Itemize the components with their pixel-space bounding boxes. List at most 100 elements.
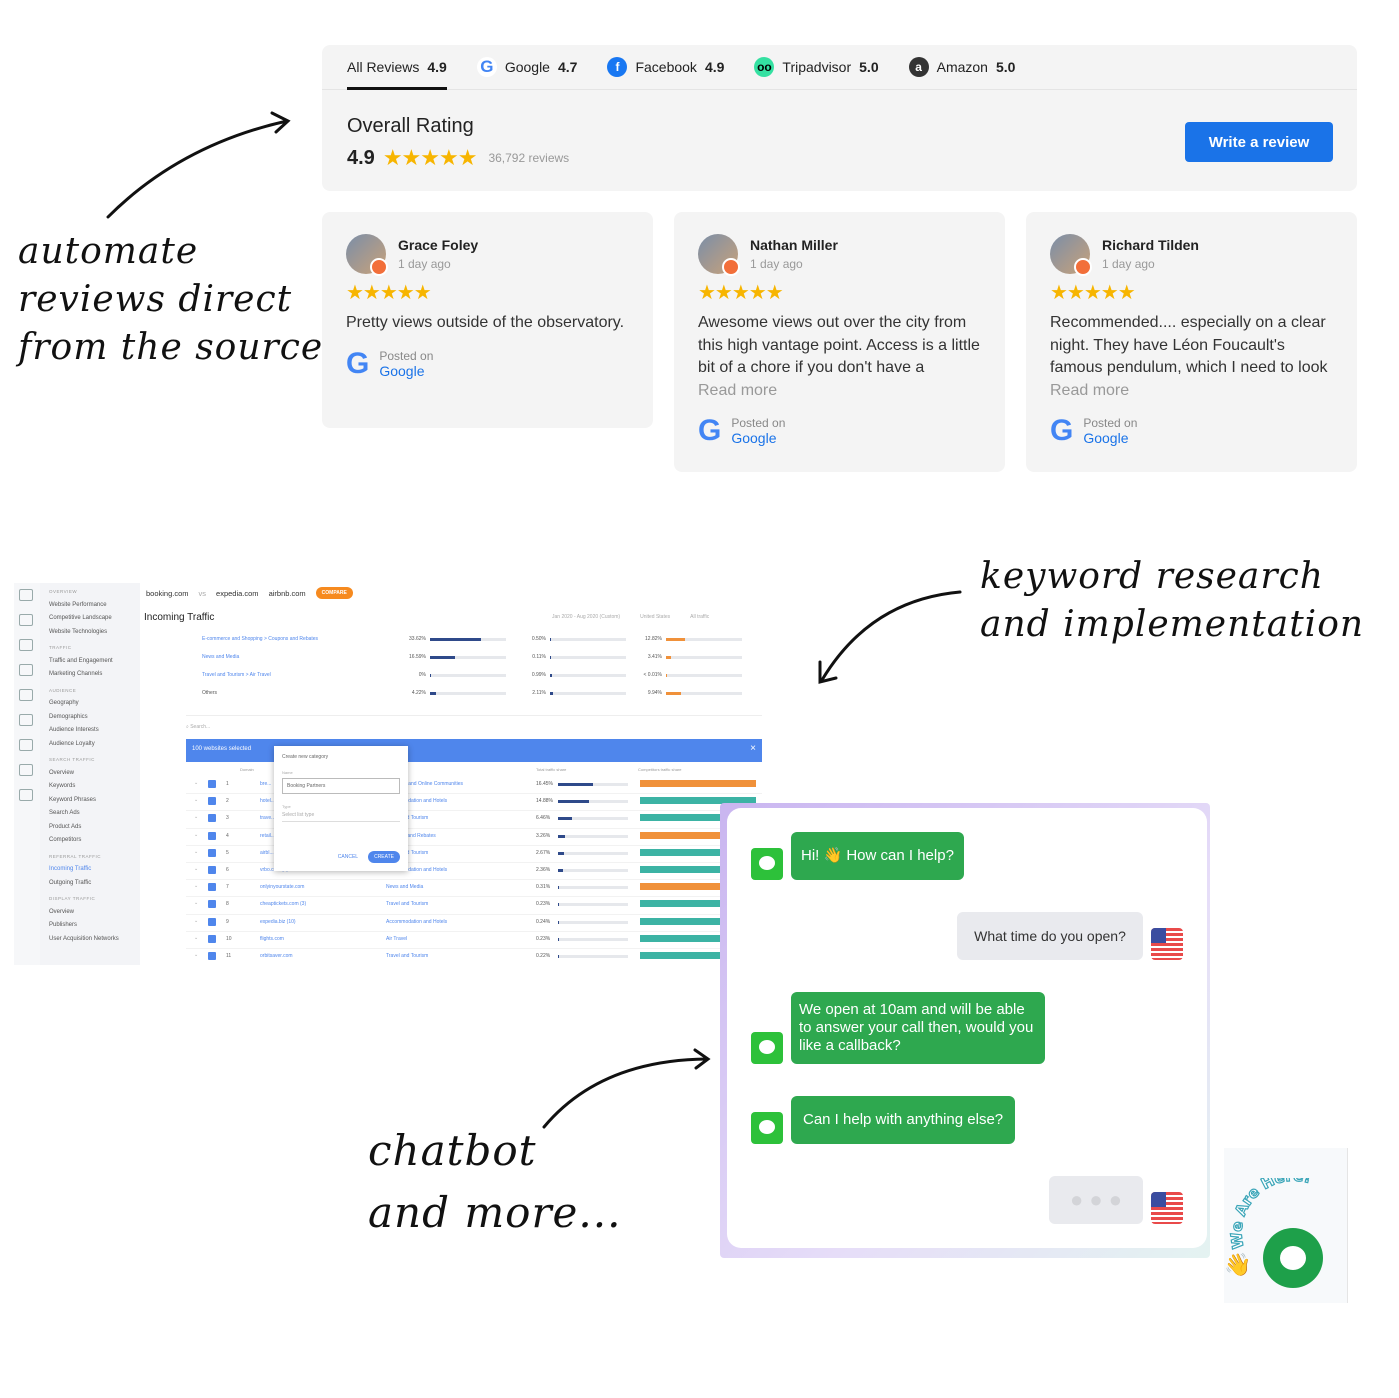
domain-link[interactable]: airbl... <box>260 850 274 856</box>
create-button[interactable]: CREATE <box>368 851 400 863</box>
row-checkbox[interactable] <box>208 814 216 823</box>
expand-icon[interactable]: ⌄ <box>194 849 198 855</box>
compare-site[interactable]: booking.com <box>146 589 189 598</box>
read-more-link[interactable]: Read more <box>1050 382 1129 399</box>
expand-icon[interactable]: ⌄ <box>194 866 198 872</box>
sidebar-item[interactable]: Website Performance <box>40 599 140 613</box>
row-checkbox[interactable] <box>208 883 216 892</box>
row-checkbox[interactable] <box>208 797 216 806</box>
date-range-picker[interactable]: Jan 2020 - Aug 2020 (Custom) <box>552 614 620 620</box>
tab-all-reviews[interactable]: All Reviews 4.9 <box>347 45 447 90</box>
row-checkbox[interactable] <box>208 951 216 960</box>
filter-icon[interactable] <box>19 689 33 701</box>
write-review-button[interactable]: Write a review <box>1185 122 1333 162</box>
domain-link[interactable]: trave... <box>260 815 275 821</box>
expand-icon[interactable]: ⌄ <box>194 883 198 889</box>
sidebar-item[interactable]: User Acquisition Networks <box>40 933 140 947</box>
home-icon[interactable] <box>19 589 33 601</box>
sidebar-item[interactable]: Marketing Channels <box>40 668 140 682</box>
sidebar-item[interactable]: Traffic and Engagement <box>40 655 140 669</box>
source-link[interactable]: Google <box>379 363 433 379</box>
search-input[interactable]: Search... <box>190 724 210 730</box>
table-row[interactable]: ⌄6vrbo.com (2)Accommodation and Hotels2.… <box>186 863 762 881</box>
sidebar-item[interactable]: Product Ads <box>40 821 140 835</box>
sidebar-item[interactable]: Audience Loyalty <box>40 738 140 752</box>
category-link[interactable]: Travel and Tourism <box>386 901 428 907</box>
category-link[interactable]: News and Media <box>386 884 423 890</box>
sidebar-item[interactable]: Audience Interests <box>40 724 140 738</box>
compare-site[interactable]: expedia.com <box>216 589 259 598</box>
row-checkbox[interactable] <box>208 865 216 874</box>
source-link[interactable]: Google <box>1083 430 1137 446</box>
sidebar-item[interactable]: Incoming Traffic <box>40 863 140 877</box>
table-row[interactable]: ⌄ 10 flights.com Air Travel 0.23% <box>186 932 762 949</box>
domain-link[interactable]: flights.com <box>260 936 284 942</box>
close-icon[interactable]: × <box>750 743 756 754</box>
read-more-link[interactable]: Read more <box>698 382 777 399</box>
row-checkbox[interactable] <box>208 831 216 840</box>
send-icon[interactable] <box>19 789 33 801</box>
row-checkbox[interactable] <box>208 900 216 909</box>
category-link[interactable]: Travel and Tourism > Air Travel <box>202 672 271 678</box>
type-select[interactable]: Select list type <box>282 809 400 822</box>
row-checkbox[interactable] <box>208 780 216 788</box>
domain-link[interactable]: hotel... <box>260 798 275 804</box>
country-select[interactable]: United States <box>640 614 670 620</box>
chat-launcher-button[interactable] <box>1263 1228 1323 1288</box>
expand-icon[interactable]: ⌄ <box>194 832 198 838</box>
table-row[interactable]: ⌄5airbl...Travel and Tourism2.67% <box>186 846 762 863</box>
table-row[interactable]: ⌄ 9 expedia.biz (10) Accommodation and Hote… <box>186 915 762 932</box>
sidebar-item[interactable]: Competitive Landscape <box>40 612 140 626</box>
domain-link[interactable]: orbitsaver.com <box>260 953 293 959</box>
sidebar-item[interactable]: Website Technologies <box>40 626 140 640</box>
domain-link[interactable]: expedia.biz (10) <box>260 919 296 925</box>
report-icon[interactable] <box>19 639 33 651</box>
cancel-button[interactable]: CANCEL <box>338 854 358 860</box>
domain-link[interactable]: cheaptickets.com (3) <box>260 901 306 907</box>
table-row[interactable]: ⌄ 8 cheaptickets.com (3) Travel and Tourism… <box>186 897 762 915</box>
expand-icon[interactable]: ⌄ <box>194 814 198 820</box>
sidebar-item[interactable]: Search Ads <box>40 807 140 821</box>
monitor-icon[interactable] <box>19 614 33 626</box>
sidebar-item[interactable]: Outgoing Traffic <box>40 877 140 891</box>
table-row[interactable]: ⌄ 4 retail... Coupons and Rebates 3.26% <box>186 829 762 846</box>
tab-facebook[interactable]: f Facebook 4.9 <box>607 45 724 90</box>
name-input[interactable]: Booking Partners <box>282 778 400 794</box>
row-checkbox[interactable] <box>208 934 216 943</box>
row-checkbox[interactable] <box>208 848 216 857</box>
row-checkbox[interactable] <box>208 917 216 926</box>
domain-link[interactable]: retail... <box>260 833 275 839</box>
tab-tripadvisor[interactable]: oo Tripadvisor 5.0 <box>754 45 879 90</box>
tab-google[interactable]: G Google 4.7 <box>476 45 577 90</box>
category-link[interactable]: Air Travel <box>386 936 407 942</box>
compare-button[interactable]: COMPARE <box>315 587 353 599</box>
pie-icon[interactable] <box>19 714 33 726</box>
table-row[interactable]: ⌄ 7 onlyinyourstate.com News and Media 0.31% <box>186 880 762 898</box>
compare-site[interactable]: airbnb.com <box>269 589 306 598</box>
document-icon[interactable] <box>19 764 33 776</box>
search-icon[interactable] <box>19 664 33 676</box>
database-icon[interactable] <box>19 739 33 751</box>
table-row[interactable]: ⌄ 1 bre... Networks and Online Communities 1… <box>186 777 762 795</box>
table-row[interactable]: ⌄ 11 orbitsaver.com Travel and Tourism 0.22% <box>186 949 762 965</box>
category-link[interactable]: News and Media <box>202 654 239 660</box>
sidebar-item[interactable]: Geography <box>40 697 140 711</box>
sidebar-item[interactable]: Overview <box>40 906 140 920</box>
expand-icon[interactable]: ⌄ <box>194 900 198 906</box>
source-link[interactable]: Google <box>731 430 785 446</box>
sidebar-item[interactable]: Publishers <box>40 919 140 933</box>
category-link[interactable]: Accommodation and Hotels <box>386 919 447 925</box>
tab-amazon[interactable]: a Amazon 5.0 <box>908 45 1015 90</box>
domain-link[interactable]: bre... <box>260 781 271 787</box>
table-row[interactable]: ⌄ 2 hotel... Accommodation and Hotels 14.88% <box>186 794 762 812</box>
sidebar-item[interactable]: Demographics <box>40 711 140 725</box>
sidebar-item[interactable]: Overview <box>40 767 140 781</box>
sidebar-item[interactable]: Keyword Phrases <box>40 794 140 808</box>
sidebar-item[interactable]: Competitors <box>40 834 140 848</box>
expand-icon[interactable]: ⌄ <box>194 952 198 958</box>
domain-link[interactable]: onlyinyourstate.com <box>260 884 304 890</box>
category-link[interactable]: E-commerce and Shopping > Coupons and Re… <box>202 636 318 642</box>
sidebar-item[interactable]: Keywords <box>40 780 140 794</box>
traffic-filter[interactable]: All traffic <box>690 614 709 620</box>
expand-icon[interactable]: ⌄ <box>194 918 198 924</box>
